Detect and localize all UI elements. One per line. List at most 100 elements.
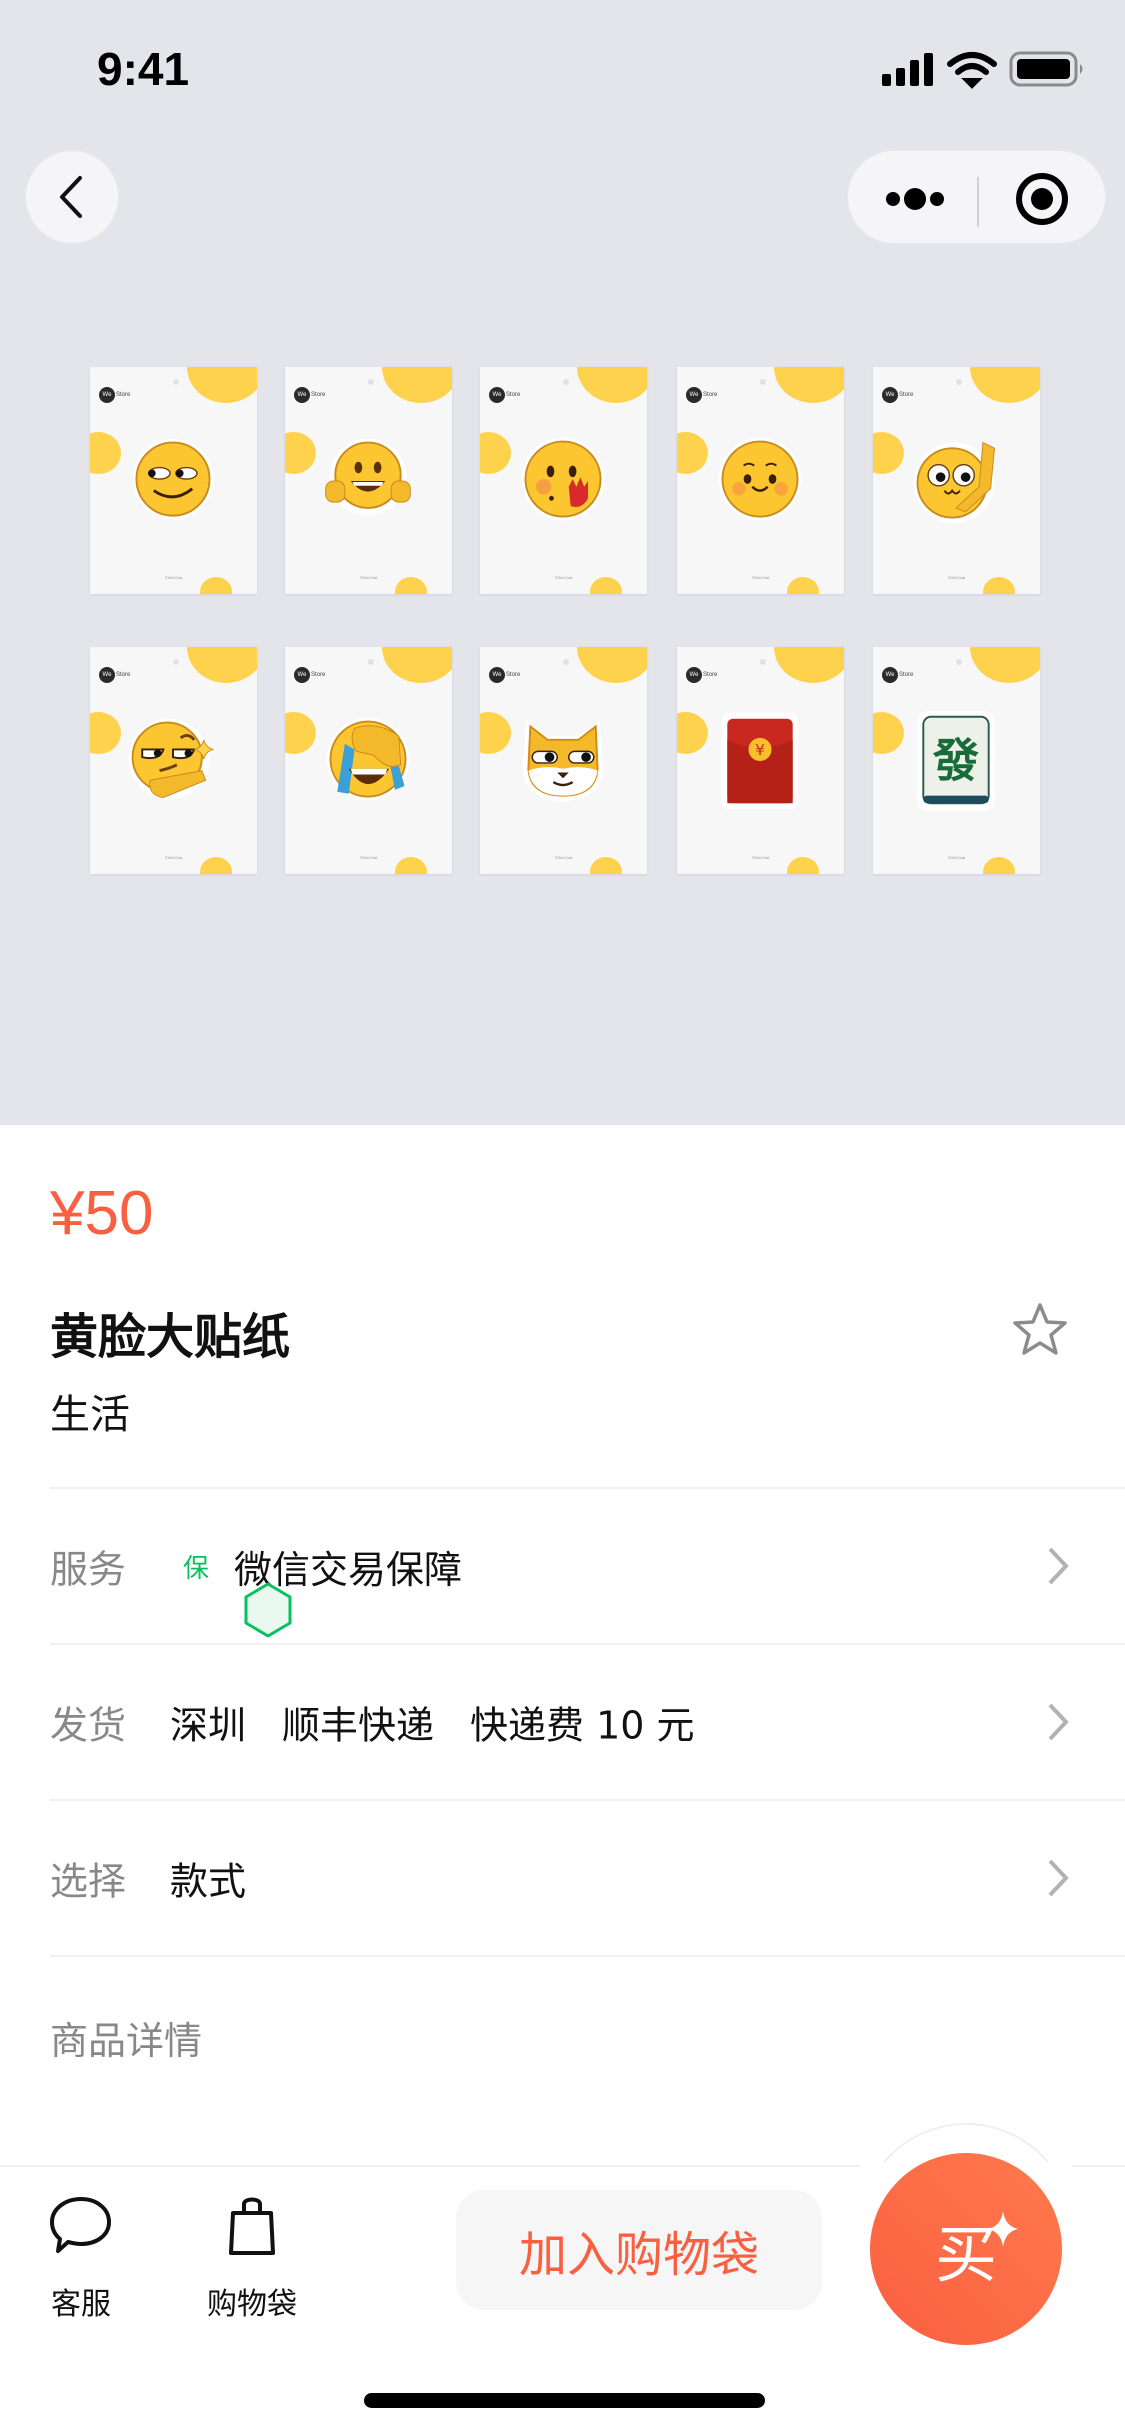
westore-logo: We Store: [882, 387, 913, 403]
decor-dot: [90, 432, 121, 474]
row-label: 发货: [50, 1703, 127, 1748]
decor-dot: [480, 432, 511, 474]
select-style-row[interactable]: 选择 款式: [50, 1799, 1125, 1955]
product-image-gallery[interactable]: 9:41 We Store ©WeChat We Store ©WeChat W…: [0, 0, 1125, 1125]
store-text: Store: [116, 672, 131, 678]
sticker-card: We Store ©WeChat 發: [873, 647, 1040, 874]
target-circle-icon: [1016, 173, 1068, 225]
westore-logo: We Store: [489, 387, 520, 403]
star-outline-icon[interactable]: [1010, 1300, 1070, 1360]
sticker-card: We Store ©WeChat ¥: [677, 647, 844, 874]
decor-dot: [285, 432, 316, 474]
peace-hands-face-sticker-icon: [325, 438, 411, 516]
customer-service-label: 客服: [51, 2287, 111, 2322]
sparkle-icon: [988, 2211, 1018, 2247]
we-mark: We: [294, 387, 310, 403]
decor-dot: [774, 647, 844, 683]
shy-covering-face-sticker-icon: [521, 437, 605, 521]
we-mark: We: [294, 667, 310, 683]
hang-hole: [956, 659, 962, 665]
sticker-card: We Store ©WeChat: [285, 647, 452, 874]
decor-dot: [873, 432, 904, 474]
store-text: Store: [311, 672, 326, 678]
hang-hole: [563, 379, 569, 385]
product-category: 生活: [50, 1392, 130, 1438]
back-button[interactable]: [25, 150, 119, 244]
westore-logo: We Store: [686, 667, 717, 683]
hang-hole: [956, 379, 962, 385]
pointing-smug-face-sticker-icon: [128, 718, 214, 800]
card-footer: ©WeChat: [554, 855, 573, 860]
row-value: 款式: [170, 1851, 246, 1906]
sticker-card: We Store ©WeChat: [873, 367, 1040, 594]
store-text: Store: [116, 392, 131, 398]
decor-dot: [187, 367, 257, 403]
status-time: 9:41: [97, 43, 190, 95]
wifi-icon: [947, 52, 997, 89]
hang-hole: [760, 659, 766, 665]
chat-bubble-icon: [50, 2197, 111, 2253]
add-to-bag-button[interactable]: 加入购物袋: [456, 2190, 822, 2310]
we-mark: We: [686, 667, 702, 683]
store-text: Store: [506, 392, 521, 398]
card-footer: ©WeChat: [164, 855, 183, 860]
row-value: 保 微信交易保障: [170, 1538, 462, 1638]
decor-dot: [480, 712, 511, 754]
sticker-card: We Store ©WeChat: [480, 367, 647, 594]
ship-from: 深圳: [170, 1703, 247, 1748]
sticker-card: We Store ©WeChat: [285, 367, 452, 594]
details-heading: 商品详情: [50, 2019, 203, 2063]
sticker-card: We Store ©WeChat: [480, 647, 647, 874]
chevron-right-icon: [1048, 1859, 1069, 1897]
hang-hole: [760, 379, 766, 385]
decor-dot: [970, 367, 1040, 403]
close-miniprogram-button[interactable]: [979, 151, 1107, 245]
courier: 顺丰快递: [282, 1703, 435, 1748]
home-indicator[interactable]: [364, 2393, 765, 2408]
sticker-card: We Store ©WeChat: [90, 367, 257, 594]
shopping-bag-button[interactable]: 购物袋: [207, 2195, 297, 2323]
product-title: 黄脸大贴纸: [50, 1309, 291, 1365]
shipping-row[interactable]: 发货 深圳 顺丰快递 快递费 10 元: [50, 1643, 1125, 1799]
shopping-bag-label: 购物袋: [207, 2287, 297, 2322]
card-footer: ©WeChat: [947, 575, 966, 580]
we-mark: We: [99, 387, 115, 403]
store-text: Store: [506, 672, 521, 678]
chevron-right-icon: [1048, 1547, 1069, 1585]
service-row[interactable]: 服务 保 微信交易保障: [50, 1487, 1125, 1643]
decor-dot: [382, 647, 452, 683]
hang-hole: [563, 659, 569, 665]
svg-text:發: 發: [932, 733, 979, 787]
decor-dot: [577, 367, 647, 403]
we-mark: We: [882, 387, 898, 403]
we-mark: We: [99, 667, 115, 683]
decor-dot: [774, 367, 844, 403]
product-price: ¥50: [50, 1179, 154, 1248]
battery-icon: [1009, 51, 1083, 87]
westore-logo: We Store: [686, 387, 717, 403]
we-mark: We: [489, 387, 505, 403]
shipping-fee: 快递费 10 元: [470, 1703, 695, 1748]
westore-logo: We Store: [99, 387, 130, 403]
svg-text:¥: ¥: [755, 741, 765, 759]
store-text: Store: [703, 392, 718, 398]
hang-hole: [368, 379, 374, 385]
decor-dot: [677, 432, 708, 474]
sticker-card: We Store ©WeChat: [677, 367, 844, 594]
card-footer: ©WeChat: [947, 855, 966, 860]
store-text: Store: [899, 392, 914, 398]
row-value: 深圳 顺丰快递 快递费 10 元: [170, 1695, 695, 1750]
decor-dot: [187, 647, 257, 683]
chevron-right-icon: [1048, 1703, 1069, 1741]
decor-dot: [577, 647, 647, 683]
more-button[interactable]: [848, 151, 978, 245]
westore-logo: We Store: [294, 387, 325, 403]
store-text: Store: [899, 672, 914, 678]
westore-logo: We Store: [489, 667, 520, 683]
red-envelope-sticker-icon: ¥: [721, 712, 799, 810]
decor-dot: [382, 367, 452, 403]
hang-hole: [368, 659, 374, 665]
buy-now-button[interactable]: 买: [870, 2153, 1062, 2345]
card-footer: ©WeChat: [751, 575, 770, 580]
customer-service-button[interactable]: 客服: [48, 2195, 114, 2323]
